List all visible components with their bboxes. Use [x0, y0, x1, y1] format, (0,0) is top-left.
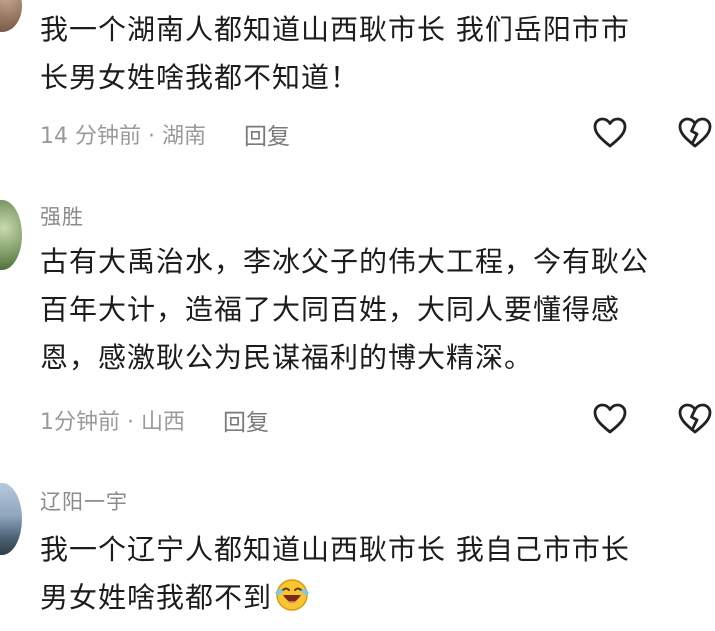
avatar[interactable] — [0, 483, 22, 555]
comment-text-line: 古有大禹治水，李冰父子的伟大工程，今有耿公 — [40, 245, 650, 278]
comment-text-line: 长男女姓啥我都不知道！ — [40, 61, 360, 94]
heart-outline-icon[interactable] — [592, 401, 628, 437]
reply-button[interactable]: 回复 — [223, 403, 269, 437]
avatar[interactable] — [0, 200, 22, 270]
comment-meta: 1分钟前 · 山西 回复 — [40, 403, 269, 437]
comment-text-fragment: 男女姓啥我都不到 — [40, 581, 273, 614]
comment-text: 我一个湖南人都知道山西耿市长 我们岳阳市市 长男女姓啥我都不知道！ — [40, 6, 700, 102]
comment-time-location: 1分钟前 · 山西 — [40, 410, 185, 435]
comment-meta: 14 分钟前 · 湖南 回复 — [40, 117, 290, 151]
comment-time-location: 14 分钟前 · 湖南 — [40, 124, 206, 149]
comment-text-line: 男女姓啥我都不到 — [40, 574, 700, 622]
comment-text-line: 百年大计，造福了大同百姓，大同人要懂得感 — [40, 293, 621, 326]
broken-heart-outline-icon[interactable] — [677, 401, 713, 437]
heart-outline-icon[interactable] — [592, 115, 628, 151]
comment-text-line: 我一个辽宁人都知道山西耿市长 我自己市市长 — [40, 533, 630, 566]
comment-item: 辽阳一宇 我一个辽宁人都知道山西耿市长 我自己市市长 男女姓啥我都不到 — [0, 475, 715, 631]
comment-text: 我一个辽宁人都知道山西耿市长 我自己市市长 男女姓啥我都不到 — [40, 526, 700, 622]
comment-username[interactable]: 强胜 — [40, 201, 84, 231]
broken-heart-outline-icon[interactable] — [677, 115, 713, 151]
comment-text-line: 我一个湖南人都知道山西耿市长 我们岳阳市市 — [40, 13, 630, 46]
comment-text-line: 恩，感激耿公为民谋福利的博大精深。 — [40, 341, 534, 374]
avatar[interactable] — [0, 0, 22, 32]
comment-text: 古有大禹治水，李冰父子的伟大工程，今有耿公 百年大计，造福了大同百姓，大同人要懂… — [40, 238, 700, 382]
reply-button[interactable]: 回复 — [244, 117, 290, 151]
comment-item: 我一个湖南人都知道山西耿市长 我们岳阳市市 长男女姓啥我都不知道！ 14 分钟前… — [0, 0, 715, 170]
laughing-crying-emoji-icon — [275, 579, 309, 611]
comment-item: 强胜 古有大禹治水，李冰父子的伟大工程，今有耿公 百年大计，造福了大同百姓，大同… — [0, 190, 715, 460]
comment-username[interactable]: 辽阳一宇 — [40, 486, 128, 516]
